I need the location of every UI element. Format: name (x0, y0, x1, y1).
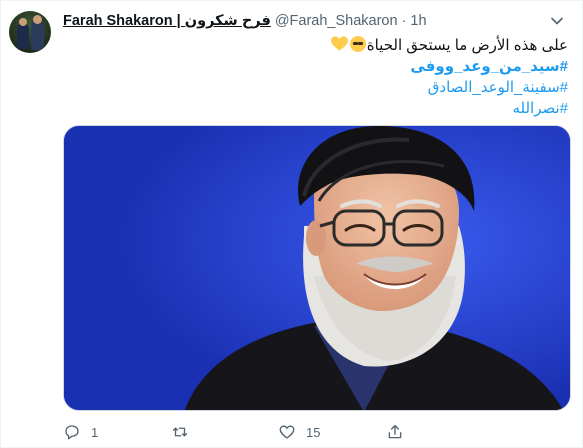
like-icon (279, 425, 295, 439)
share-button[interactable] (386, 423, 494, 441)
hashtag-link[interactable]: #سيد_من_وعد_ووفى (68, 56, 568, 77)
user-handle[interactable]: @Farah_Shakaron (275, 11, 398, 31)
tweet-text: على هذه الأرض ما يستحق الحياة #سيد_من_وع… (68, 35, 568, 119)
like-count: 15 (306, 424, 321, 440)
smiling-face-emoji-icon (349, 36, 366, 52)
tweet-photo[interactable] (63, 125, 571, 411)
separator: · (401, 13, 407, 29)
share-icon (388, 424, 401, 439)
reply-button[interactable]: 1 (63, 423, 171, 441)
avatar[interactable] (9, 11, 51, 53)
reply-icon (65, 425, 79, 440)
hashtag-link[interactable]: #سفينة_الوعد_الصادق (68, 77, 568, 98)
timestamp[interactable]: 1h (410, 11, 426, 31)
reply-count: 1 (91, 424, 99, 440)
tweet-actions: 1 15 (63, 421, 493, 443)
yellow-heart-emoji-icon (330, 36, 348, 51)
tweet-sentence: على هذه الأرض ما يستحق الحياة (366, 37, 568, 54)
more-caret-icon[interactable] (546, 11, 568, 31)
hashtag-link[interactable]: #نصرالله (68, 98, 568, 119)
display-name[interactable]: Farah Shakaron | فرح شكرون (63, 11, 271, 31)
tweet-text-line: على هذه الأرض ما يستحق الحياة (68, 35, 568, 56)
tweet-header: Farah Shakaron | فرح شكرون @Farah_Shakar… (63, 11, 427, 31)
like-button[interactable]: 15 (278, 423, 386, 441)
retweet-button[interactable] (171, 423, 279, 441)
portrait-illustration (64, 126, 570, 410)
retweet-icon (172, 427, 187, 437)
tweet[interactable]: Farah Shakaron | فرح شكرون @Farah_Shakar… (0, 0, 583, 448)
